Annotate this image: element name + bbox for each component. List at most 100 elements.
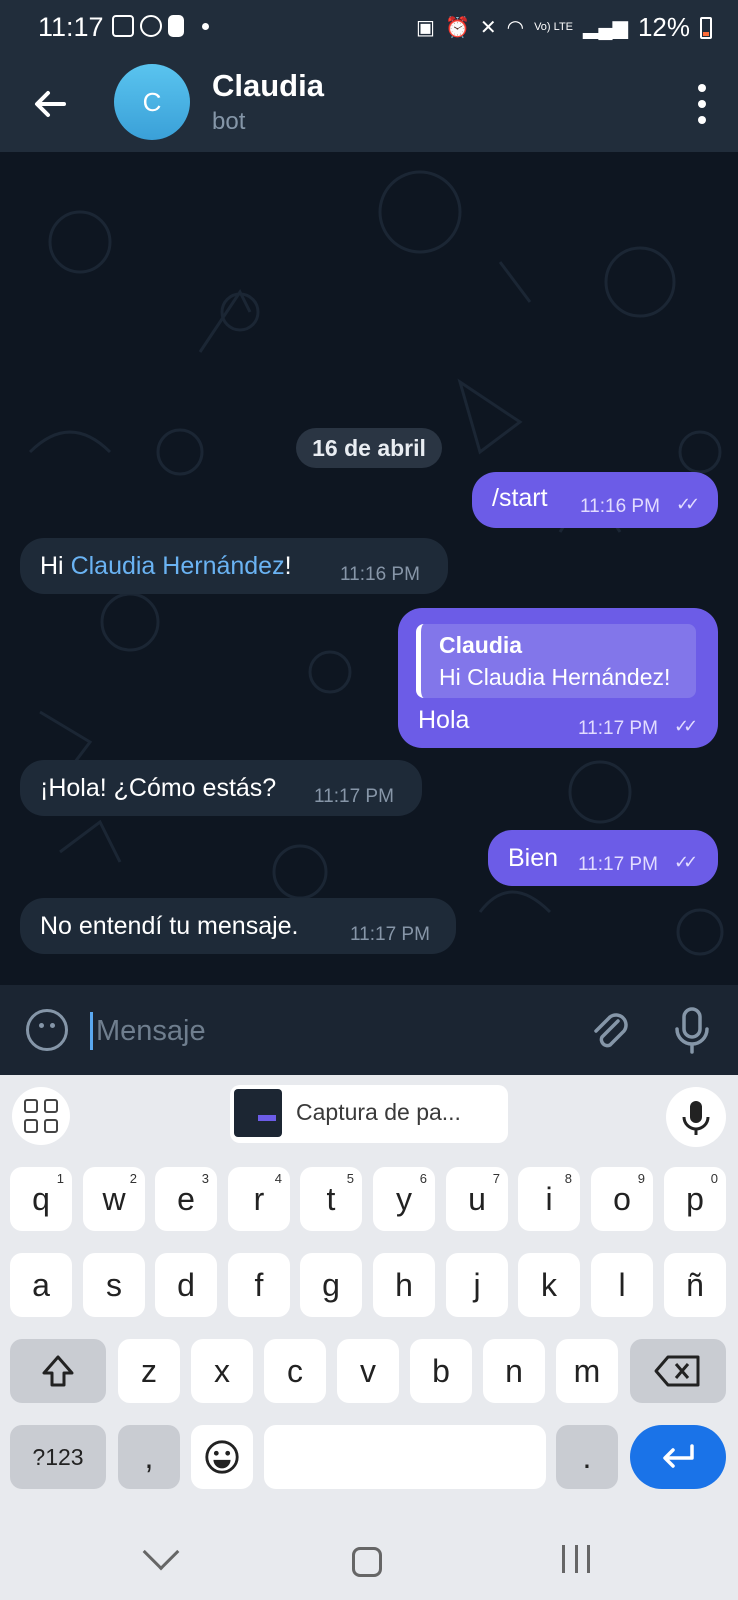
voice-input-button[interactable] [666,1087,726,1147]
emoji-key[interactable] [191,1425,253,1489]
key-o[interactable]: o9 [591,1167,653,1231]
shift-icon [42,1355,74,1387]
clipboard-suggestion[interactable]: Captura de pa... [230,1085,508,1143]
paperclip-icon[interactable] [588,1009,632,1053]
message-bubble-outgoing[interactable]: Bien 11:17 PM ✓✓ [488,830,718,886]
key-r[interactable]: r4 [228,1167,290,1231]
period-key[interactable]: . [556,1425,618,1489]
message-time: 11:17 PM [350,924,430,945]
key-m[interactable]: m [556,1339,618,1403]
user-mention-link[interactable]: Claudia Hernández [71,552,285,580]
smiley-icon[interactable] [26,1009,68,1051]
clipboard-thumbnail [234,1089,282,1137]
microphone-icon[interactable] [672,1005,712,1055]
key-h[interactable]: h [373,1253,435,1317]
more-notifications-dot [202,22,209,30]
signal-icon: ▂▄▆ [583,17,628,39]
message-time: 11:17 PM [578,718,658,739]
status-time: 11:17 [38,12,104,42]
volte-label: Vo) LTE [534,21,574,33]
key-w[interactable]: w2 [83,1167,145,1231]
message-time: 11:17 PM [314,786,394,807]
enter-arrow-icon [663,1444,694,1468]
key-enye[interactable]: ñ [664,1253,726,1317]
key-v[interactable]: v [337,1339,399,1403]
key-q[interactable]: q1 [10,1167,72,1231]
message-bubble-outgoing-reply[interactable]: Claudia Hi Claudia Hernández! Hola 11:17… [398,608,718,748]
avatar[interactable]: C [114,64,190,140]
alert-notification-icon [168,15,184,37]
reply-author: Claudia [439,632,523,658]
key-s[interactable]: s [83,1253,145,1317]
battery-saver-icon: ▣ [416,17,435,39]
key-a[interactable]: a [10,1253,72,1317]
whatsapp-notification-icon [140,15,162,37]
double-check-icon: ✓✓ [674,852,698,872]
backspace-icon [654,1355,700,1387]
reply-snippet: Hi Claudia Hernández! [439,664,671,690]
message-text: ¡Hola! ¿Cómo estás? [40,774,277,802]
chat-header: C Claudia bot [0,56,738,152]
microphone-icon [682,1101,710,1135]
key-k[interactable]: k [518,1253,580,1317]
key-g[interactable]: g [300,1253,362,1317]
smiley-icon [205,1440,239,1474]
key-d[interactable]: d [155,1253,217,1317]
key-c[interactable]: c [264,1339,326,1403]
key-x[interactable]: x [191,1339,253,1403]
system-icons: ▣ ⏰ ✕ ◠ Vo) LTE ▂▄▆ 12% [416,12,712,43]
mute-icon: ✕ [479,17,497,39]
text-cursor [90,1012,93,1050]
message-time: 11:16 PM [580,496,660,517]
message-bubble-incoming[interactable]: Hi Claudia Hernández! 11:16 PM [20,538,448,594]
message-bubble-incoming[interactable]: No entendí tu mensaje. 11:17 PM [20,898,456,954]
message-input[interactable] [96,1009,556,1053]
key-e[interactable]: e3 [155,1167,217,1231]
comma-key[interactable]: , [118,1425,180,1489]
key-z[interactable]: z [118,1339,180,1403]
message-bubble-incoming[interactable]: ¡Hola! ¿Cómo estás? 11:17 PM [20,760,422,816]
reply-quote[interactable]: Claudia Hi Claudia Hernández! [416,624,696,698]
message-text: Hi Claudia Hernández! [40,552,292,580]
keyboard-toolbar: Captura de pa... [0,1075,738,1161]
chat-area[interactable]: 16 de abril /start 11:16 PM ✓✓ Hi Claudi… [0,152,738,985]
symbols-key[interactable]: ?123 [10,1425,106,1489]
backspace-key[interactable] [630,1339,726,1403]
message-bubble-outgoing[interactable]: /start 11:16 PM ✓✓ [472,472,718,528]
keyboard-apps-icon[interactable] [12,1087,70,1145]
notification-icons [112,15,209,37]
key-l[interactable]: l [591,1253,653,1317]
battery-icon [700,16,712,39]
gallery-notification-icon [112,15,134,37]
key-p[interactable]: p0 [664,1167,726,1231]
soft-keyboard: Captura de pa... q1 w2 e3 r4 t5 y6 u7 i8… [0,1075,738,1525]
kebab-menu-icon[interactable] [696,84,708,124]
key-i[interactable]: i8 [518,1167,580,1231]
space-key[interactable] [264,1425,546,1489]
clipboard-label: Captura de pa... [296,1099,461,1125]
chat-title[interactable]: Claudia [212,68,324,104]
date-separator: 16 de abril [296,428,442,468]
key-f[interactable]: f [228,1253,290,1317]
message-time: 11:16 PM [340,564,420,585]
battery-percent: 12% [637,12,690,42]
key-b[interactable]: b [410,1339,472,1403]
key-t[interactable]: t5 [300,1167,362,1231]
enter-key[interactable] [630,1425,726,1489]
message-time: 11:17 PM [578,854,658,875]
nav-recents-icon[interactable] [562,1545,590,1575]
nav-home-icon[interactable] [352,1547,382,1577]
message-text: Hola [418,706,470,734]
key-u[interactable]: u7 [446,1167,508,1231]
alarm-icon: ⏰ [444,17,470,39]
composer-bar [0,985,738,1075]
key-n[interactable]: n [483,1339,545,1403]
nav-hide-keyboard-icon[interactable] [142,1533,180,1571]
double-check-icon: ✓✓ [674,716,698,736]
arrow-left-icon[interactable] [30,84,70,124]
message-text: No entendí tu mensaje. [40,912,299,940]
key-j[interactable]: j [446,1253,508,1317]
key-y[interactable]: y6 [373,1167,435,1231]
shift-key[interactable] [10,1339,106,1403]
system-nav-bar [0,1525,738,1600]
